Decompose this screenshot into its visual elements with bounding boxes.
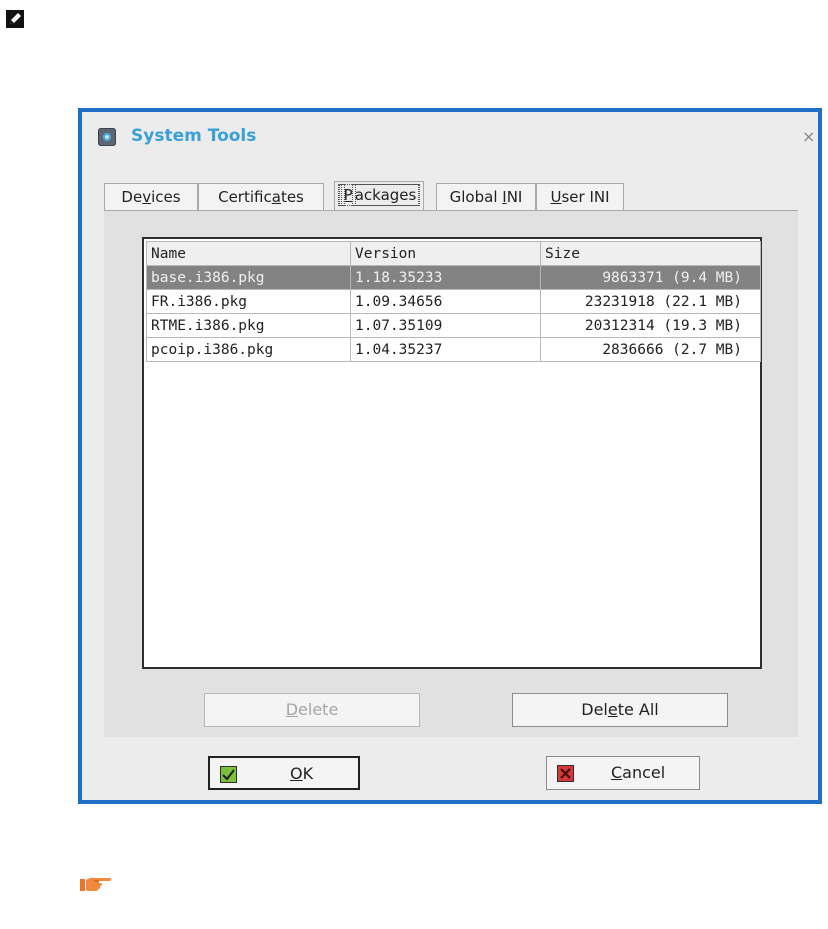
tab-label: Global INI (449, 188, 523, 206)
package-version: 1.04.35237 (350, 337, 541, 362)
title-bar: System Tools × (82, 112, 818, 164)
system-tools-dialog: System Tools × Devices Certificates Pack… (78, 108, 822, 804)
tab-label: Certificates (218, 188, 304, 206)
dialog-title: System Tools (131, 126, 257, 146)
tab-certificates[interactable]: Certificates (198, 183, 324, 211)
pointing-hand-icon (80, 877, 112, 891)
note-pencil-icon (6, 10, 24, 28)
package-size: 20312314 (19.3 MB) (540, 313, 761, 338)
close-icon[interactable]: × (802, 128, 815, 146)
ok-button[interactable]: OK (208, 756, 360, 790)
package-version: 1.07.35109 (350, 313, 541, 338)
ok-button-label: OK (290, 764, 314, 783)
packages-panel: Name Version Size base.i386.pkg 1.18.352… (104, 210, 798, 737)
cancel-button-label: Cancel (611, 763, 666, 782)
table-row[interactable]: FR.i386.pkg 1.09.34656 23231918 (22.1 MB… (146, 289, 761, 314)
package-version: 1.18.35233 (350, 265, 541, 290)
tab-packages[interactable]: Packages (334, 181, 424, 211)
column-header-version[interactable]: Version (350, 241, 541, 266)
package-name: base.i386.pkg (146, 265, 351, 290)
system-tools-icon (98, 128, 116, 146)
table-header-row: Name Version Size (146, 241, 761, 266)
delete-button-label: Delete (285, 700, 339, 719)
package-size: 2836666 (2.7 MB) (540, 337, 761, 362)
tab-label: Packages (337, 184, 421, 206)
packages-table-frame: Name Version Size base.i386.pkg 1.18.352… (142, 237, 762, 669)
table-row[interactable]: pcoip.i386.pkg 1.04.35237 2836666 (2.7 M… (146, 337, 761, 362)
delete-all-button-label: Delete All (581, 700, 659, 719)
package-name: pcoip.i386.pkg (146, 337, 351, 362)
table-row[interactable]: RTME.i386.pkg 1.07.35109 20312314 (19.3 … (146, 313, 761, 338)
column-header-name[interactable]: Name (146, 241, 351, 266)
tab-label: Devices (121, 188, 181, 206)
package-size: 23231918 (22.1 MB) (540, 289, 761, 314)
package-name: RTME.i386.pkg (146, 313, 351, 338)
cancel-button[interactable]: Cancel (546, 756, 700, 790)
cancel-x-icon (557, 765, 574, 782)
table-row[interactable]: base.i386.pkg 1.18.35233 9863371 (9.4 MB… (146, 265, 761, 290)
package-version: 1.09.34656 (350, 289, 541, 314)
checkmark-icon (220, 766, 237, 783)
packages-table: Name Version Size base.i386.pkg 1.18.352… (146, 241, 761, 362)
tab-global-ini[interactable]: Global INI (436, 183, 536, 211)
tab-devices[interactable]: Devices (104, 183, 198, 211)
package-size: 9863371 (9.4 MB) (540, 265, 761, 290)
column-header-size[interactable]: Size (540, 241, 761, 266)
delete-button[interactable]: Delete (204, 693, 420, 727)
tab-label: User INI (550, 188, 610, 206)
tab-user-ini[interactable]: User INI (536, 183, 624, 211)
delete-all-button[interactable]: Delete All (512, 693, 728, 727)
package-name: FR.i386.pkg (146, 289, 351, 314)
